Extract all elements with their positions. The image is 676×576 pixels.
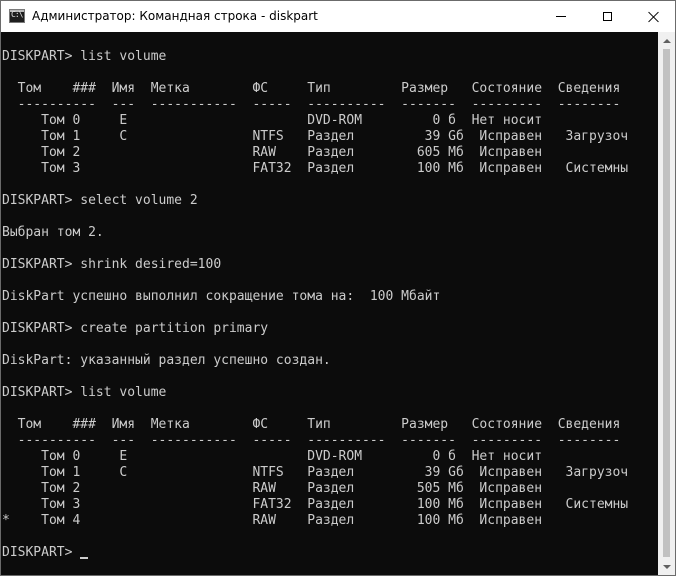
title-bar[interactable]: C:\ Администратор: Командная строка - di… <box>1 1 675 32</box>
command-prompt-icon[interactable]: C:\ <box>9 9 25 23</box>
console-window: C:\ Администратор: Командная строка - di… <box>0 0 676 576</box>
console-line: DISKPART> list volume <box>2 385 167 400</box>
console-line: Том ### Имя Метка ФС Тип Размер Состояни… <box>2 417 621 432</box>
console-line: ---------- --- ----------- ----- -------… <box>2 433 621 448</box>
scroll-down-button[interactable] <box>658 558 675 575</box>
console-line: * Том 4 RAW Раздел 100 Мб Исправен <box>2 513 543 528</box>
vertical-scrollbar[interactable] <box>658 32 675 575</box>
scroll-up-button[interactable] <box>658 32 675 49</box>
console-line: DISKPART> shrink desired=100 <box>2 257 222 272</box>
text-cursor <box>80 557 89 559</box>
scroll-thumb[interactable] <box>663 49 670 557</box>
close-button[interactable] <box>630 1 675 32</box>
console-line: Том 1 C NTFS Раздел 39 Gб Исправен Загру… <box>2 129 629 144</box>
console-line: Том 2 RAW Раздел 505 Мб Исправен <box>2 481 543 496</box>
console-line: Том ### Имя Метка ФС Тип Размер Состояни… <box>2 81 621 96</box>
minimize-icon <box>556 16 566 17</box>
maximize-button[interactable] <box>584 1 630 32</box>
window-title: Администратор: Командная строка - diskpa… <box>32 9 318 23</box>
console-line: Том 1 C NTFS Раздел 39 Gб Исправен Загру… <box>2 465 629 480</box>
console-line: ---------- --- ----------- ----- -------… <box>2 97 621 112</box>
console-line: DiskPart успешно выполнил сокращение том… <box>2 289 441 304</box>
console-line: Том 0 E DVD-ROM 0 б Нет носит <box>2 113 543 128</box>
arrow-down-icon <box>662 564 671 569</box>
console-line: DISKPART> list volume <box>2 49 167 64</box>
icon-prompt-text: C:\ <box>11 10 23 19</box>
console-line: Том 0 E DVD-ROM 0 б Нет носит <box>2 449 543 464</box>
minimize-button[interactable] <box>538 1 584 32</box>
console-line: DISKPART> create partition primary <box>2 321 269 336</box>
console-line: DISKPART> <box>2 545 89 561</box>
maximize-icon <box>602 12 612 21</box>
console-line: Том 3 FAT32 Раздел 100 Мб Исправен Систе… <box>2 497 629 512</box>
console-line: DISKPART> select volume 2 <box>2 193 198 208</box>
close-icon <box>648 11 659 22</box>
arrow-up-icon <box>662 38 671 43</box>
console-line: Том 2 RAW Раздел 605 Мб Исправен <box>2 145 543 160</box>
console-line: Выбран том 2. <box>2 225 104 240</box>
console-line: Том 3 FAT32 Раздел 100 Мб Исправен Систе… <box>2 161 629 176</box>
console-line: DiskPart: указанный раздел успешно созда… <box>2 353 331 368</box>
console-output[interactable]: DISKPART> list volume Том ### Имя Метка … <box>1 32 658 575</box>
